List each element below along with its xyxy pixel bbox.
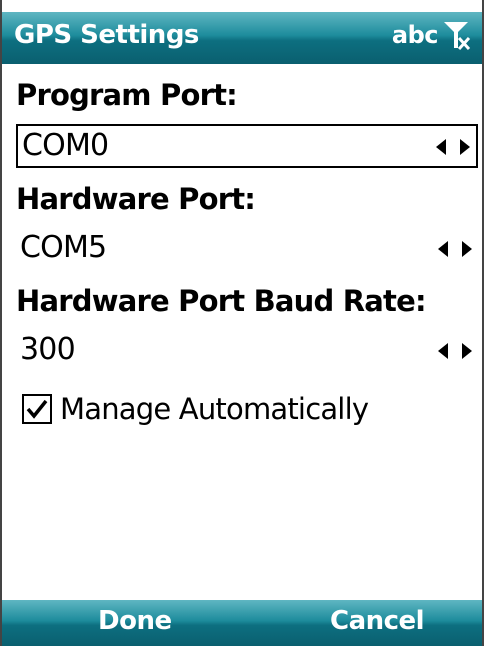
status-area: abc [392, 18, 472, 52]
manage-automatically-checkbox[interactable] [22, 394, 52, 424]
hardware-port-label: Hardware Port: [16, 182, 256, 216]
hardware-port-value: COM5 [20, 230, 107, 265]
gps-settings-screen: GPS Settings abc Program Port: COM0 Hard… [0, 0, 484, 646]
softkey-bar: Done Cancel [2, 600, 482, 646]
program-port-label: Program Port: [16, 78, 238, 112]
left-right-arrows-icon[interactable] [438, 342, 472, 360]
left-right-arrows-icon[interactable] [438, 240, 472, 258]
page-title: GPS Settings [14, 20, 199, 50]
baud-rate-label: Hardware Port Baud Rate: [16, 284, 427, 318]
no-signal-antenna-icon [444, 22, 471, 51]
cancel-softkey[interactable]: Cancel [330, 606, 425, 636]
manage-automatically-label: Manage Automatically [60, 392, 369, 426]
left-right-arrows-icon[interactable] [436, 138, 470, 156]
manage-automatically-row[interactable]: Manage Automatically [22, 392, 369, 426]
program-port-value: COM0 [22, 128, 109, 163]
hardware-port-select[interactable]: COM5 [16, 228, 478, 272]
checkmark-icon [26, 399, 48, 419]
baud-rate-value: 300 [20, 332, 76, 367]
baud-rate-select[interactable]: 300 [16, 330, 478, 374]
input-mode-indicator[interactable]: abc [392, 21, 439, 49]
program-port-select[interactable]: COM0 [16, 124, 478, 168]
done-softkey[interactable]: Done [98, 606, 172, 636]
title-bar: GPS Settings abc [2, 12, 482, 64]
